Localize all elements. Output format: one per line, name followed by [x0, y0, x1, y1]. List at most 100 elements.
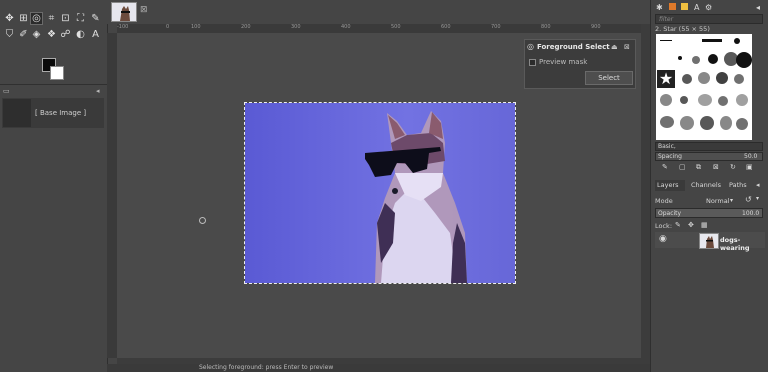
dock-menu-icon[interactable]: ◂: [756, 3, 760, 12]
ruler-tick-label: 600: [441, 24, 451, 30]
bucket-fill-tool-icon[interactable]: ⛉: [3, 28, 16, 41]
brush-thumb[interactable]: [736, 52, 752, 68]
edit-brush-icon[interactable]: ✎: [662, 163, 668, 171]
lock-position-icon[interactable]: ✥: [688, 221, 694, 229]
brush-preset-select[interactable]: Basic,: [655, 142, 763, 151]
background-color-swatch[interactable]: [50, 66, 64, 80]
brush-thumb[interactable]: [660, 116, 674, 128]
layer-thumbnail-graphic: [700, 234, 718, 248]
status-bar: Selecting foreground: press Enter to pre…: [107, 364, 650, 372]
brush-thumb[interactable]: [736, 94, 748, 106]
brush-thumb[interactable]: [692, 56, 700, 64]
brush-thumb[interactable]: [680, 116, 694, 130]
paintbrush-tool-icon[interactable]: ✐: [17, 28, 30, 41]
ruler-tick-label: 0: [166, 24, 170, 30]
tool-options-tab-icon[interactable]: ⚙: [705, 3, 712, 12]
pin-icon[interactable]: ⏏: [611, 43, 618, 51]
ruler-tick-label: 200: [241, 24, 251, 30]
clone-tool-icon[interactable]: ❖: [45, 28, 58, 41]
foreground-select-dialog: ◎ Foreground Select ⏏ ⊠ Preview mask Sel…: [524, 39, 636, 89]
text-tool-icon[interactable]: A: [89, 28, 102, 41]
unified-transform-tool-icon[interactable]: ⊡: [59, 12, 72, 25]
current-brush-label: 2. Star (55 × 55): [655, 25, 710, 33]
images-tab-icon[interactable]: ▭: [3, 87, 10, 95]
lock-pixels-icon[interactable]: ✎: [675, 221, 681, 229]
warp-transform-tool-icon[interactable]: ⛶: [74, 12, 87, 25]
gradients-tab-icon[interactable]: [681, 3, 688, 10]
spacing-slider[interactable]: Spacing 50.0: [655, 152, 763, 161]
brush-thumb[interactable]: [716, 72, 728, 84]
tab-layers[interactable]: Layers: [655, 180, 685, 191]
image-tab-thumbnail[interactable]: [111, 2, 137, 22]
image-tab-bar: [107, 0, 650, 24]
opacity-label: Opacity: [658, 210, 682, 217]
opacity-slider[interactable]: Opacity 100.0: [655, 208, 763, 218]
brush-thumb[interactable]: [736, 118, 748, 130]
panel-menu-icon[interactable]: ◂: [96, 87, 100, 95]
dialog-title: Foreground Select: [537, 43, 610, 51]
eye-visibility-icon[interactable]: ◉: [659, 234, 667, 244]
fonts-tab-icon[interactable]: A: [694, 3, 699, 12]
opacity-value: 100.0: [742, 210, 760, 217]
eraser-tool-icon[interactable]: ◈: [30, 28, 43, 41]
vertical-scrollbar[interactable]: [641, 24, 650, 364]
image-canvas[interactable]: [244, 102, 516, 284]
ruler-tick-label: 900: [591, 24, 601, 30]
brushes-tab-icon[interactable]: ✱: [656, 3, 663, 12]
brush-thumb[interactable]: [734, 74, 744, 84]
image-list-item[interactable]: [ Base Image ]: [2, 98, 104, 128]
layers-panel-menu-icon[interactable]: ◂: [756, 181, 760, 189]
brush-thumb[interactable]: [682, 74, 692, 84]
brush-preset-value: Basic,: [658, 143, 676, 150]
brush-filter-placeholder: filter: [659, 16, 674, 23]
ruler-tick-label: 400: [341, 24, 351, 30]
open-brush-icon[interactable]: ▣: [746, 163, 753, 171]
layer-thumbnail[interactable]: [699, 233, 719, 249]
patterns-tab-icon[interactable]: [669, 3, 676, 10]
crop-tool-icon[interactable]: ⌗: [45, 12, 58, 25]
brush-thumb[interactable]: [660, 94, 672, 106]
align-tool-icon[interactable]: ⊞: [17, 12, 30, 25]
reset-mode-icon[interactable]: ↺: [745, 195, 752, 204]
delete-brush-icon[interactable]: ⊠: [713, 163, 719, 171]
smudge-tool-icon[interactable]: ☍: [59, 28, 72, 41]
tab-channels[interactable]: Channels: [689, 180, 723, 191]
ruler-tick-label: 300: [291, 24, 301, 30]
brush-grid[interactable]: ★: [656, 34, 752, 140]
paths-tool-icon[interactable]: ✎: [89, 12, 102, 25]
brush-thumb[interactable]: [702, 39, 722, 42]
brush-thumb[interactable]: [720, 116, 732, 130]
close-icon[interactable]: ⊠: [624, 43, 630, 51]
select-button[interactable]: Select: [585, 71, 633, 85]
tab-paths[interactable]: Paths: [727, 180, 749, 191]
brush-thumb[interactable]: [734, 38, 740, 44]
new-brush-icon[interactable]: ▢: [679, 163, 686, 171]
dodge-burn-tool-icon[interactable]: ◐: [74, 28, 87, 41]
layers-dock-tabs: Layers Channels Paths: [655, 180, 761, 191]
duplicate-brush-icon[interactable]: ⧉: [696, 163, 701, 172]
brush-thumb[interactable]: [700, 116, 714, 130]
lock-alpha-icon[interactable]: ▦: [701, 221, 708, 229]
spacing-value: 50.0: [744, 153, 758, 160]
ruler-tick-label: 500: [391, 24, 401, 30]
toolbox-divider: [0, 84, 107, 85]
ruler-tick-label: 800: [541, 24, 551, 30]
brush-thumb[interactable]: [680, 96, 688, 104]
preview-mask-checkbox[interactable]: [529, 59, 536, 66]
brush-thumb[interactable]: [660, 40, 672, 41]
brush-thumb[interactable]: [718, 96, 728, 106]
brush-thumb[interactable]: [698, 72, 710, 84]
mode-menu-chevron-icon[interactable]: ▾: [756, 195, 759, 202]
move-tool-icon[interactable]: ✥: [3, 12, 16, 25]
refresh-brushes-icon[interactable]: ↻: [730, 163, 736, 171]
mode-select[interactable]: Normal ▾: [680, 196, 740, 206]
star-brush-thumb[interactable]: ★: [657, 70, 675, 88]
spacing-label: Spacing: [658, 153, 682, 160]
brush-filter-input[interactable]: filter: [655, 14, 763, 24]
brush-thumb[interactable]: [708, 54, 718, 64]
brush-thumb[interactable]: [678, 56, 682, 60]
status-text: Selecting foreground: press Enter to pre…: [199, 364, 334, 371]
foreground-select-tool-icon[interactable]: ◎: [30, 12, 43, 25]
image-tab-close-icon[interactable]: ⊠: [140, 5, 148, 15]
brush-thumb[interactable]: [698, 94, 712, 106]
